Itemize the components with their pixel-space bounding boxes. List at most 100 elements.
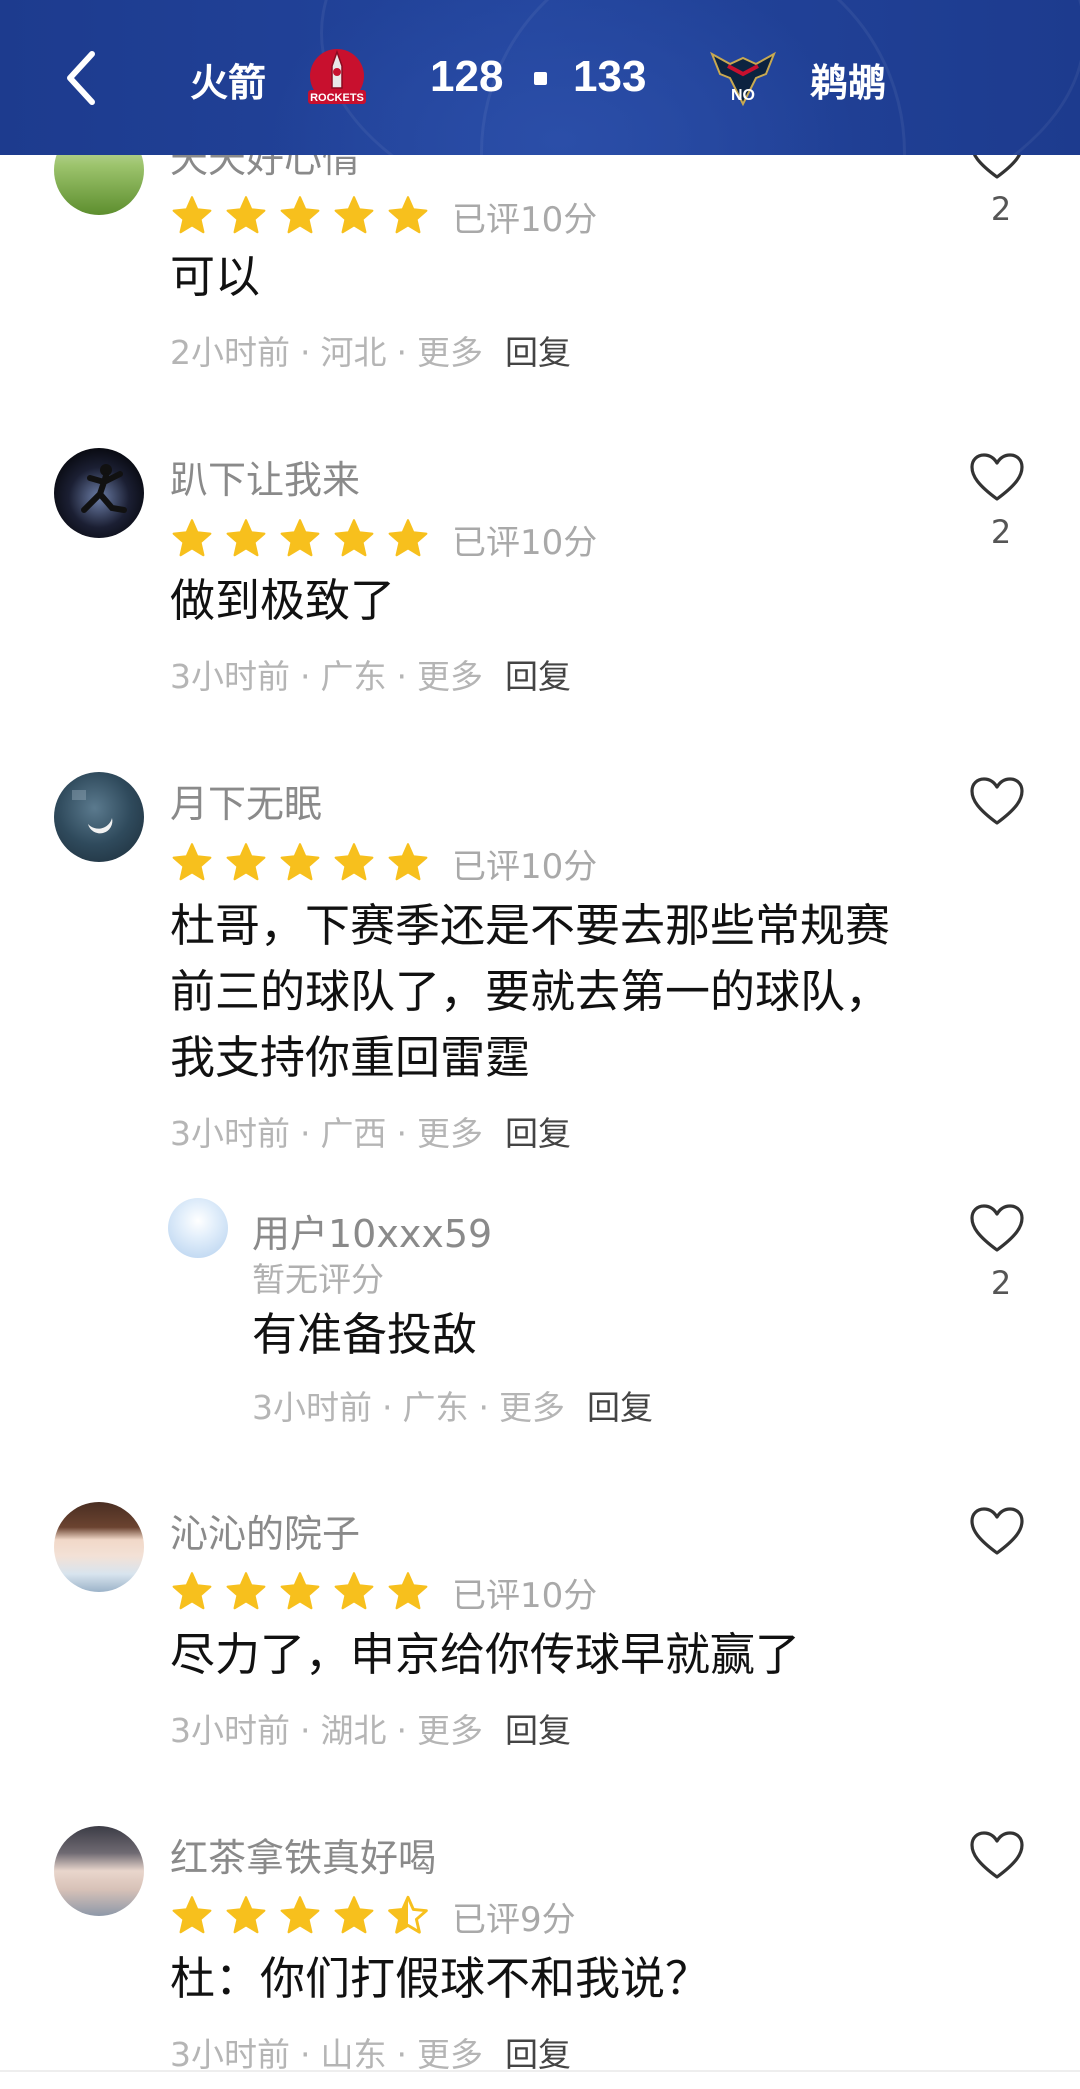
rating-text: 已评10分 [452, 199, 598, 240]
star-full-icon [224, 1570, 268, 1614]
rating-stars: 已评10分 [170, 841, 598, 887]
like-heart-icon[interactable] [968, 1830, 1026, 1882]
rating-text: 暂无评分 [252, 1260, 384, 1299]
comment-time: 3小时前 [252, 1388, 372, 1427]
like-heart-icon[interactable] [968, 776, 1026, 828]
rating-stars: 已评10分 [170, 517, 597, 563]
comment-username[interactable]: 用户10xxx59 [252, 1203, 492, 1258]
star-full-icon [278, 517, 322, 561]
meta-separator: · [300, 1711, 311, 1750]
star-full-icon [386, 517, 430, 561]
like-count: 2 [990, 190, 1012, 228]
star-full-icon [224, 194, 268, 238]
more-link[interactable]: 更多 [417, 2035, 483, 2074]
reply-button[interactable]: 回复 [505, 1114, 571, 1153]
star-full-icon [332, 841, 376, 885]
meta-separator: · [300, 333, 311, 372]
away-score: 133 [573, 52, 647, 101]
star-full-icon [386, 1570, 430, 1614]
comment-text: 有准备投敌 [252, 1308, 478, 1361]
comment-text: 做到极致了 [170, 574, 396, 627]
home-team-name[interactable]: 火箭 [190, 52, 266, 107]
star-full-icon [278, 1894, 322, 1938]
star-full-icon [170, 1570, 214, 1614]
star-full-icon [332, 194, 376, 238]
reply-button[interactable]: 回复 [505, 2035, 571, 2074]
comment-meta: 3小时前 · 湖北 · 更多 回复 [170, 1704, 571, 1752]
game-header: 火箭 ROCKETS 128 133 NO 鹈鹕 [0, 0, 1080, 155]
like-count: 2 [990, 1264, 1012, 1302]
like-heart-icon[interactable] [968, 1203, 1026, 1255]
more-link[interactable]: 更多 [417, 1114, 483, 1153]
comment-location: 广西 [320, 1114, 387, 1153]
bottom-divider [0, 2070, 1080, 2072]
comment-username[interactable]: 趴下让我来 [170, 449, 360, 504]
avatar[interactable] [54, 1826, 144, 1916]
comment-username[interactable]: 月下无眠 [170, 773, 322, 828]
like-heart-icon[interactable] [968, 452, 1026, 504]
comment-username[interactable]: 沁沁的院子 [170, 1503, 360, 1558]
meta-separator: · [396, 657, 408, 696]
reply-button[interactable]: 回复 [587, 1388, 653, 1427]
comment-meta: 3小时前 · 广东 · 更多 回复 [252, 1381, 653, 1429]
star-half-icon [386, 1894, 430, 1938]
comment-time: 2小时前 [170, 333, 290, 372]
star-full-icon [224, 1894, 268, 1938]
comment-time: 3小时前 [170, 1711, 290, 1750]
star-full-icon [170, 517, 214, 561]
comment-location: 湖北 [320, 1711, 387, 1750]
more-link[interactable]: 更多 [417, 657, 483, 696]
star-full-icon [224, 517, 268, 561]
pelicans-logo-text: NO [731, 87, 755, 104]
rating-text: 已评10分 [452, 846, 598, 887]
comment-meta: 3小时前 · 山东 · 更多 回复 [170, 2028, 571, 2076]
away-team-name[interactable]: 鹈鹕 [810, 52, 886, 107]
rockets-logo-icon[interactable]: ROCKETS [302, 44, 372, 112]
comment-meta: 3小时前 · 广东 · 更多 回复 [170, 650, 571, 698]
avatar[interactable] [54, 448, 144, 538]
comment-text: 杜：你们打假球不和我说？ [170, 1952, 711, 2005]
rating-text: 已评9分 [452, 1899, 576, 1940]
rating-stars: 已评9分 [170, 1894, 576, 1940]
avatar[interactable] [168, 1198, 228, 1258]
comment-text-line: 前三的球队了，要就去第一的球队， [170, 965, 891, 1018]
star-full-icon [332, 1894, 376, 1938]
star-full-icon [170, 1894, 214, 1938]
comment-text: 杜哥，下赛季还是不要去那些常规赛 前三的球队了，要就去第一的球队， 我支持你重回… [170, 893, 950, 1091]
like-count: 2 [990, 513, 1012, 551]
meta-separator: · [396, 1114, 408, 1153]
back-arrow-icon[interactable] [58, 48, 108, 108]
avatar[interactable] [54, 772, 144, 862]
reply-button[interactable]: 回复 [505, 333, 571, 372]
comment-location: 广东 [320, 657, 387, 696]
meta-separator: · [300, 1114, 311, 1153]
meta-separator: · [300, 2035, 311, 2074]
star-full-icon [386, 841, 430, 885]
rating-text: 已评10分 [452, 1575, 598, 1616]
star-full-icon [278, 194, 322, 238]
reply-button[interactable]: 回复 [505, 1711, 571, 1750]
more-link[interactable]: 更多 [499, 1388, 565, 1427]
meta-separator: · [382, 1388, 393, 1427]
star-full-icon [278, 1570, 322, 1614]
home-score: 128 [430, 52, 504, 101]
star-full-icon [170, 841, 214, 885]
comment-meta: 3小时前 · 广西 · 更多 回复 [170, 1107, 571, 1155]
more-link[interactable]: 更多 [417, 1711, 483, 1750]
rating-stars: 已评10分 [170, 194, 598, 240]
comment-text-line: 杜哥，下赛季还是不要去那些常规赛 [170, 899, 891, 952]
star-full-icon [170, 194, 214, 238]
more-link[interactable]: 更多 [417, 333, 483, 372]
avatar[interactable] [54, 1502, 144, 1592]
jumpman-avatar-icon [81, 464, 127, 513]
reply-button[interactable]: 回复 [505, 657, 571, 696]
like-heart-icon[interactable] [968, 1506, 1026, 1558]
pelicans-logo-icon[interactable]: NO [708, 44, 778, 112]
rockets-logo-text: ROCKETS [310, 92, 364, 104]
star-full-icon [386, 194, 430, 238]
comment-username[interactable]: 红茶拿铁真好喝 [170, 1827, 436, 1882]
meta-separator: · [396, 1711, 408, 1750]
comment-meta: 2小时前 · 河北 · 更多 回复 [170, 326, 571, 374]
comment-text: 可以 [170, 250, 261, 303]
comment-text: 尽力了，申京给你传球早就赢了 [170, 1628, 801, 1681]
